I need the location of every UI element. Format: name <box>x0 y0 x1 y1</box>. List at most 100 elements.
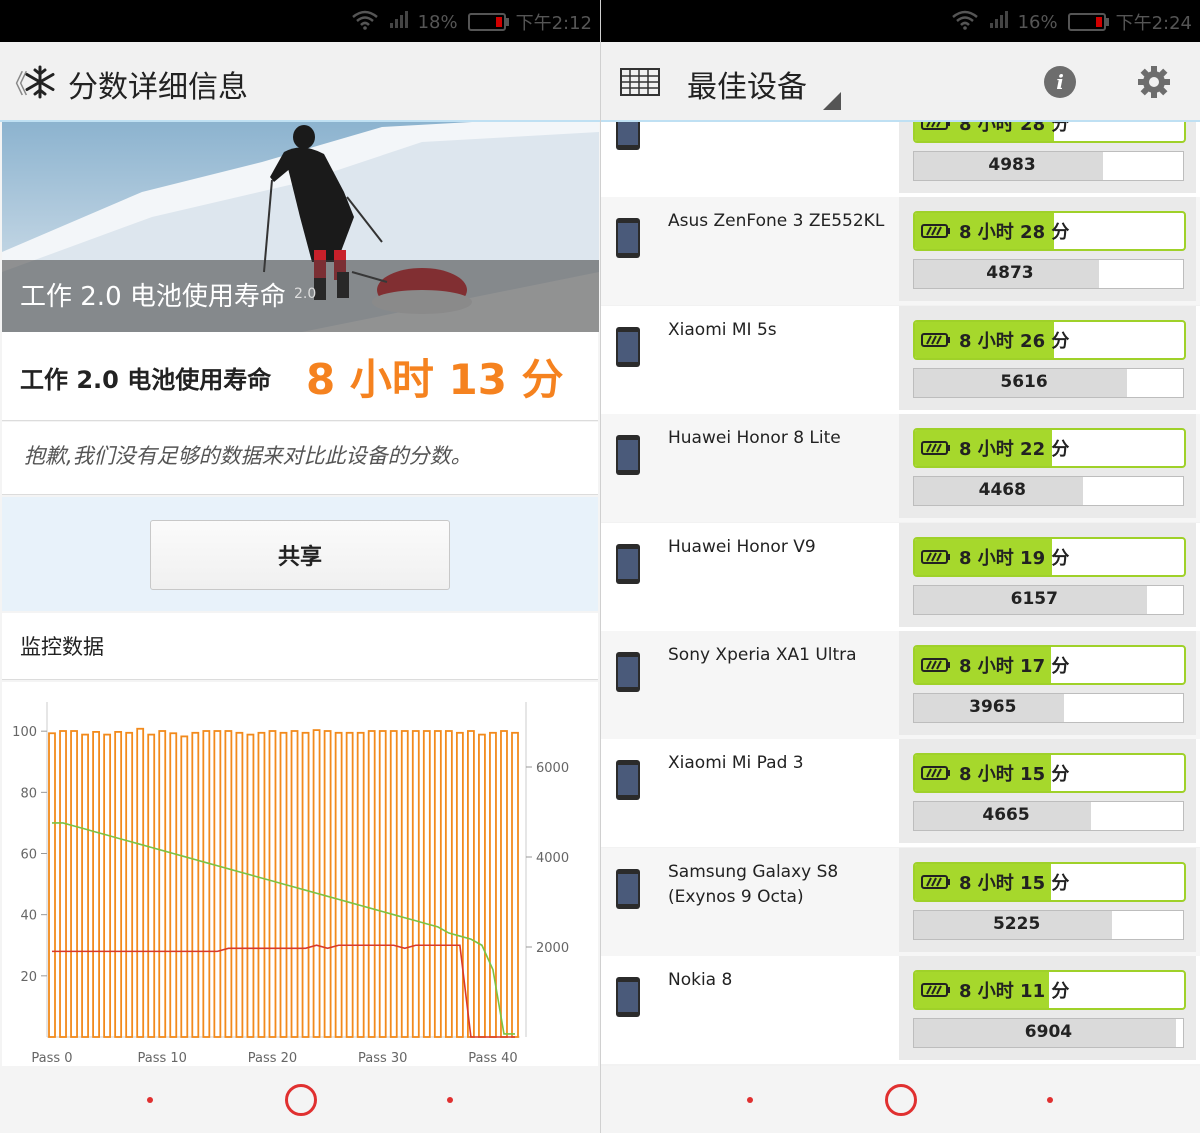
y-right-tick-label: 4000 <box>536 851 569 866</box>
battery-life-label: 8 小时 28 分 <box>959 222 1070 244</box>
phone-icon <box>615 543 641 589</box>
chart-bar <box>224 730 233 1038</box>
nav-home-button[interactable] <box>285 1084 317 1116</box>
chart-bar <box>345 731 354 1038</box>
hero-image: 工作 2.0 电池使用寿命 2.0 <box>2 122 599 332</box>
chart-bar <box>378 730 387 1038</box>
phone-icon <box>615 122 641 155</box>
device-row[interactable]: Sony Xperia XA1 Ultra 8 小时 17 分 3965 <box>601 631 1200 739</box>
battery-icon <box>921 122 950 130</box>
score-label: 4468 <box>978 480 1026 501</box>
score-label: 6157 <box>1010 588 1058 609</box>
device-row[interactable]: Xiaomi Mi Pad 3 8 小时 15 分 4665 <box>601 739 1200 848</box>
chart-bar <box>356 731 365 1038</box>
device-name: Huawei Honor 8 Lite <box>668 428 841 449</box>
phone-icon <box>615 651 641 697</box>
nav-bar <box>601 1066 1200 1133</box>
chart-bar <box>213 730 222 1038</box>
chart-bar <box>411 730 420 1038</box>
y-left-tick-label: 100 <box>12 725 37 740</box>
device-row[interactable]: Huawei Honor V9 8 小时 19 分 6157 <box>601 522 1200 631</box>
status-bar: 16% 下午2:24 <box>601 0 1200 42</box>
battery-life-label: 8 小时 15 分 <box>959 872 1070 894</box>
phone-icon <box>615 217 641 263</box>
battery-life-label: 8 小时 19 分 <box>959 547 1070 569</box>
device-row[interactable]: Xiaomi MI 5s 8 小时 26 分 5616 <box>601 305 1200 414</box>
battery-percent: 16% <box>1017 11 1058 33</box>
chart-bar <box>169 732 178 1038</box>
nav-menu-button[interactable] <box>147 1097 153 1103</box>
device-stats: 8 小时 15 分 5225 <box>899 847 1196 952</box>
device-name: Sony Xperia XA1 Ultra <box>668 645 857 665</box>
score-details-screen: 18% 下午2:12 《 分数详细信息 工作 2.0 电池使用寿命 2.0 工作… <box>0 0 600 1133</box>
device-name: Nokia 8 <box>668 970 733 991</box>
signal-icon <box>388 10 408 34</box>
score-bar: 4873 <box>913 259 1184 290</box>
nav-back-button[interactable] <box>447 1097 453 1103</box>
y-left-tick-label: 20 <box>20 970 37 985</box>
gear-icon[interactable] <box>1137 65 1171 103</box>
y-left-tick-label: 60 <box>20 848 37 863</box>
chart-bar <box>180 735 189 1038</box>
battery-icon <box>921 766 950 781</box>
battery-life-bar: 8 小时 11 分 <box>913 970 1186 1011</box>
device-row[interactable]: Huawei Honor 8 Lite 8 小时 22 分 4468 <box>601 414 1200 523</box>
y-right-tick-label: 6000 <box>536 761 569 776</box>
chart-bar <box>323 730 332 1038</box>
score-bar: 6157 <box>913 584 1184 615</box>
chart-bar <box>334 731 343 1038</box>
battery-icon <box>1067 13 1109 31</box>
x-tick-label: Pass 30 <box>358 1051 407 1066</box>
device-row[interactable]: Samsung Galaxy S8 (Exynos 9 Octa) 8 小时 1… <box>601 847 1200 956</box>
chart-bar <box>147 733 156 1038</box>
score-bar: 5225 <box>913 909 1184 940</box>
y-right-tick-label: 2000 <box>536 941 569 956</box>
chart-bar <box>478 733 486 1038</box>
battery-icon <box>921 983 950 998</box>
nav-home-button[interactable] <box>885 1084 917 1116</box>
nav-menu-button[interactable] <box>747 1097 753 1103</box>
chart-bar <box>257 731 266 1038</box>
chart-bar <box>202 730 211 1038</box>
monitor-header: 监控数据 <box>2 613 598 680</box>
score-label: 4665 <box>982 805 1030 826</box>
chart-bar <box>158 730 167 1038</box>
chart-bar <box>136 727 145 1038</box>
share-button[interactable]: 共享 <box>150 520 450 590</box>
hero-version: 2.0 <box>294 286 317 302</box>
battery-icon <box>921 332 950 347</box>
info-icon[interactable]: i <box>1043 65 1077 103</box>
x-tick-label: Pass 40 <box>468 1051 517 1066</box>
snowflake-icon <box>22 64 58 104</box>
grid-view-icon[interactable] <box>620 68 660 100</box>
chart-bar <box>400 730 409 1038</box>
score-bar: 4983 <box>913 151 1184 181</box>
chart-bar <box>367 730 376 1038</box>
chart-bar <box>301 731 310 1038</box>
nav-back-button[interactable] <box>1047 1097 1053 1103</box>
device-row[interactable]: Nokia 8 8 小时 11 分 6904 <box>601 956 1200 1065</box>
phone-icon <box>615 434 641 480</box>
device-row[interactable]: Motorola Moto Z2 Play 8 小时 28 分 4983 <box>601 122 1200 197</box>
device-row[interactable]: Asus ZenFone 3 ZE552KL 8 小时 28 分 4873 <box>601 197 1200 306</box>
chart-bar <box>500 730 508 1038</box>
score-label: 4873 <box>986 263 1034 284</box>
chart-bar <box>268 730 277 1038</box>
battery-life-bar: 8 小时 28 分 <box>913 211 1186 252</box>
hero-caption: 工作 2.0 电池使用寿命 2.0 <box>2 260 599 332</box>
battery-icon <box>467 13 509 31</box>
chart-bar <box>422 730 431 1038</box>
chart-bar <box>444 730 453 1038</box>
page-title[interactable]: 最佳设备 <box>687 62 807 106</box>
status-bar: 18% 下午2:12 <box>0 0 600 42</box>
svg-text:i: i <box>1056 70 1064 94</box>
battery-percent: 18% <box>417 11 458 33</box>
monitor-chart-card: 20 40 60 80 100 2000 4000 6000 Pass 0 Pass 10 Pass… <box>2 682 598 1066</box>
dropdown-corner-icon[interactable] <box>823 92 841 114</box>
notice-text: 抱歉,我们没有足够的数据来对比此设备的分数。 <box>24 444 472 468</box>
result-box: 工作 2.0 电池使用寿命 8 小时 13 分 <box>2 332 598 421</box>
share-button-label: 共享 <box>277 545 322 570</box>
score-label: 3965 <box>969 697 1017 717</box>
battery-icon <box>921 658 950 672</box>
monitor-title: 监控数据 <box>20 635 104 659</box>
